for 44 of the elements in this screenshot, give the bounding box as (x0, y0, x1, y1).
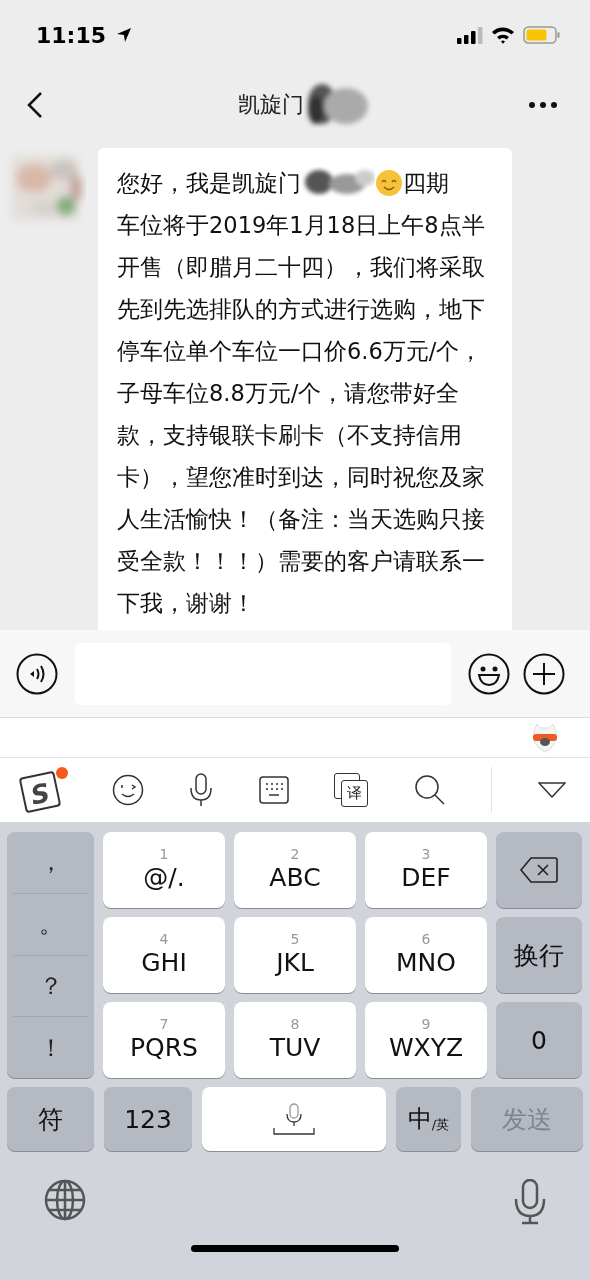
voice-icon[interactable] (16, 652, 58, 695)
wifi-icon (491, 26, 515, 44)
mascot-icon[interactable] (531, 722, 559, 753)
letter-key[interactable]: 4 GHI (103, 917, 225, 993)
punctuation-key[interactable]: ， (13, 832, 88, 894)
letter-key[interactable]: 5 JKL (234, 917, 356, 993)
back-icon[interactable] (27, 91, 43, 119)
keyboard-key[interactable]: 0 (496, 1002, 582, 1078)
letter-key[interactable]: 8 TUV (234, 1002, 356, 1078)
language-key[interactable]: 中/英 (396, 1087, 461, 1151)
backspace-key[interactable] (496, 832, 582, 908)
smiley-emoji-icon (375, 169, 403, 197)
space-mic-icon (272, 1103, 316, 1135)
backspace-icon (520, 857, 558, 883)
signal-icon (457, 26, 483, 44)
letter-key[interactable]: 7 PQRS (103, 1002, 225, 1078)
punctuation-key[interactable]: 。 (13, 893, 88, 956)
collapse-icon[interactable] (537, 782, 566, 798)
dictation-icon[interactable] (514, 1179, 546, 1225)
battery-icon (523, 26, 560, 44)
wink-face-icon[interactable] (111, 774, 144, 806)
globe-icon[interactable] (44, 1179, 86, 1221)
add-icon[interactable] (523, 652, 565, 695)
location-arrow-icon (116, 27, 133, 43)
letter-key[interactable]: 3 DEF (365, 832, 487, 908)
status-time: 11:15 (36, 22, 107, 48)
keyboard-key[interactable]: 123 (104, 1087, 192, 1151)
punctuation-key[interactable]: ？ (13, 955, 88, 1018)
emoji-icon[interactable] (468, 652, 510, 695)
keyboard-icon[interactable] (258, 776, 289, 804)
keyboard-key[interactable]: 符 (7, 1087, 94, 1151)
letter-key[interactable]: 2 ABC (234, 832, 356, 908)
microphone-icon[interactable] (189, 773, 214, 807)
letter-key[interactable]: 6 MNO (365, 917, 487, 993)
punctuation-key[interactable]: ！ (13, 1017, 88, 1078)
message-text: 您好，我是凯旋门 (117, 169, 301, 198)
more-icon[interactable] (528, 101, 558, 109)
chat-title: 凯旋门 (237, 91, 304, 119)
search-icon[interactable] (413, 774, 446, 806)
message-text: 车位将于2019年1月18日上午8点半开售（即腊月二十四），我们将采取先到先选排队的方式进行选购，地下停车位单个车位一口价6.6万元/个，子母车位8.8万元/个，请您带好全款，支持银联卡刷卡（不支持信用卡），望您准时到达，同时祝您及家人生活愉快！（备注：当天选购只接受全款！！！）需要的客户请联系一下我，谢谢！ (117, 211, 486, 618)
letter-key[interactable]: 1 @/. (103, 832, 225, 908)
message-text: 四期 (403, 169, 449, 198)
keyboard-key[interactable]: 换行 (496, 917, 582, 993)
letter-key[interactable]: 9 WXYZ (365, 1002, 487, 1078)
